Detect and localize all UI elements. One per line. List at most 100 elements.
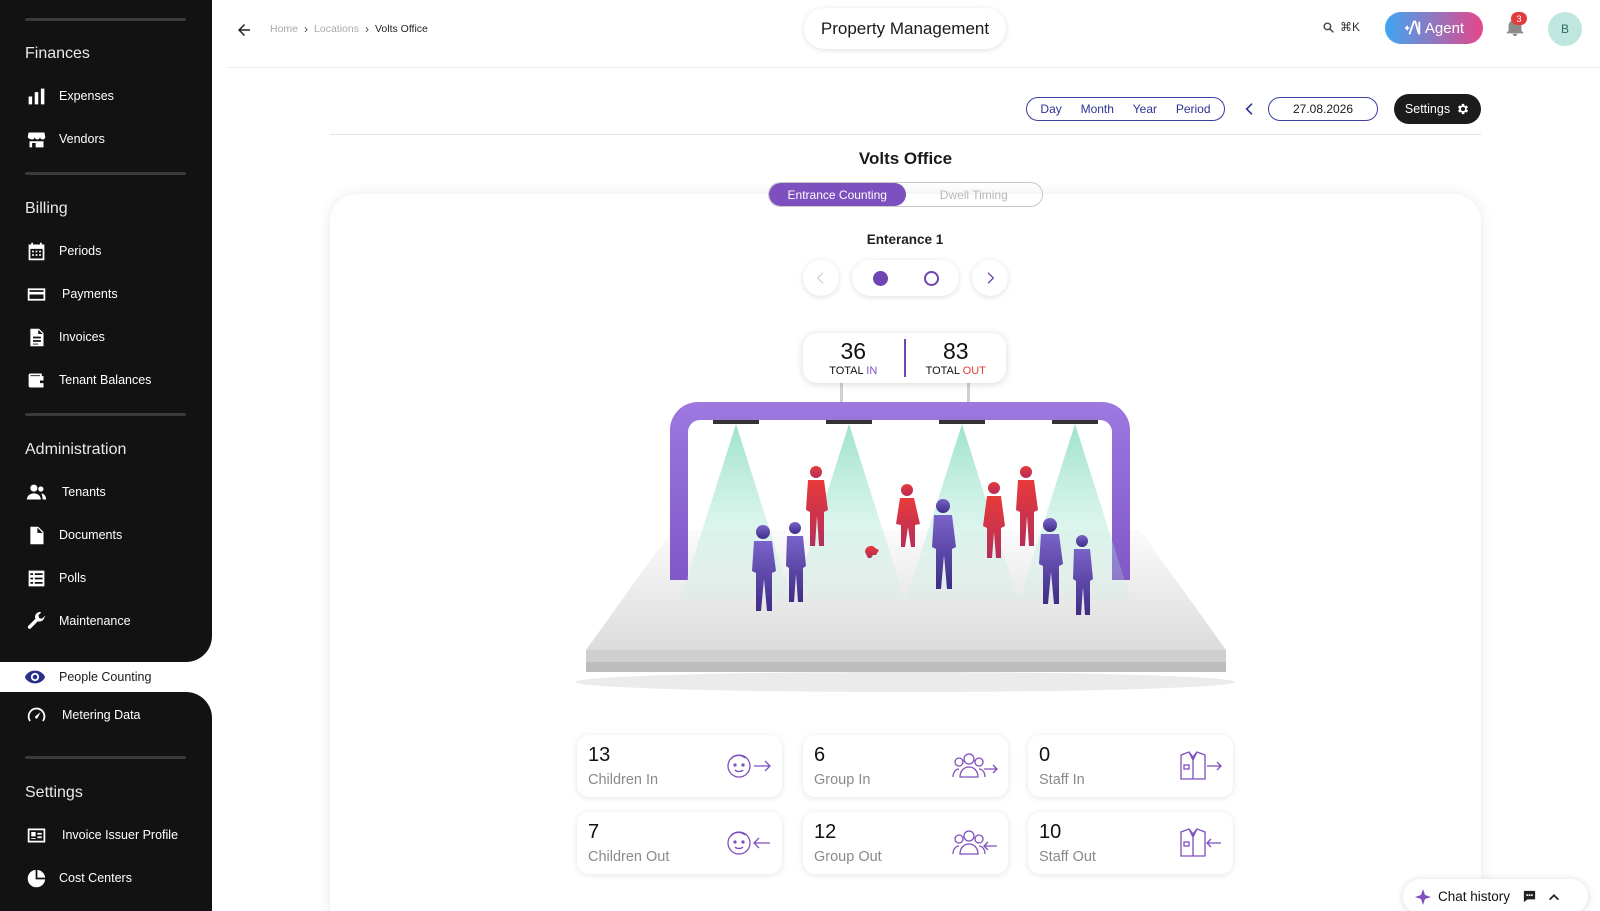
period-year[interactable]: Year (1133, 102, 1157, 116)
agent-logo-icon (1404, 20, 1421, 35)
settings-label: Settings (1404, 102, 1451, 116)
stat-label: Staff Out (1039, 849, 1096, 865)
sidebar-item-periods[interactable]: Periods (25, 238, 101, 264)
credit-card-icon (25, 283, 47, 305)
sidebar-item-label: Periods (59, 244, 102, 258)
bar-chart-icon (25, 85, 47, 107)
child-out-icon (727, 831, 770, 855)
people-icon (25, 481, 47, 503)
sidebar-divider (25, 172, 186, 175)
totals-panel: 36 TOTAL IN 83 TOTAL OUT (803, 333, 1006, 383)
total-in-label: TOTAL IN (829, 365, 878, 377)
period-day[interactable]: Day (1040, 102, 1061, 116)
stat-value: 10 (1039, 821, 1062, 843)
sidebar-item-label: Cost Centers (59, 871, 132, 885)
search-button[interactable]: ⌘K (1322, 20, 1360, 34)
entrance-pager (852, 260, 959, 296)
chat-history-button[interactable]: Chat history (1403, 879, 1588, 911)
breadcrumb-locations[interactable]: Locations (314, 23, 359, 35)
stat-label: Children Out (588, 849, 670, 865)
stat-children-in: 13 Children In (577, 735, 782, 797)
top-bar: Home › Locations › Volts Office Property… (228, 0, 1600, 68)
view-tabs: Entrance Counting Dwell Timing (768, 182, 1043, 207)
sidebar-item-payments[interactable]: Payments (25, 281, 118, 307)
sidebar-item-label: Documents (59, 528, 123, 542)
calendar-icon (25, 240, 47, 262)
page-title: Property Management (804, 8, 1006, 49)
period-period[interactable]: Period (1176, 102, 1211, 116)
tab-dwell-timing[interactable]: Dwell Timing (906, 183, 1043, 206)
group-out-icon (952, 830, 997, 855)
stat-staff-in: 0 Staff In (1028, 735, 1233, 797)
pager-dot-active[interactable] (872, 270, 888, 286)
agent-button[interactable]: Agent (1385, 12, 1483, 44)
previous-date-button[interactable] (1241, 98, 1259, 120)
pie-chart-icon (25, 867, 47, 889)
section-heading-settings: Settings (25, 784, 83, 801)
sidebar-item-label: Payments (62, 287, 118, 301)
sparkle-icon (1415, 888, 1431, 905)
sidebar-item-label: Tenants (62, 485, 106, 499)
date-field[interactable]: 27.08.2026 (1268, 97, 1378, 121)
stat-value: 13 (588, 744, 611, 766)
pager-dot[interactable] (923, 270, 939, 286)
staff-in-icon (1180, 751, 1222, 780)
app-root: Finances Expenses Vendors Billing Period… (0, 0, 1600, 911)
chat-history-label: Chat history (1438, 889, 1511, 904)
tab-entrance-counting[interactable]: Entrance Counting (769, 183, 906, 206)
sidebar-item-maintenance[interactable]: Maintenance (25, 608, 131, 634)
sidebar-item-documents[interactable]: Documents (25, 522, 122, 548)
sidebar-item-invoice-issuer-profile[interactable]: Invoice Issuer Profile (25, 822, 178, 848)
sidebar-item-tenants[interactable]: Tenants (25, 479, 106, 505)
sidebar-item-cost-centers[interactable]: Cost Centers (25, 865, 132, 891)
sidebar-item-label: Maintenance (59, 614, 131, 628)
stat-children-out: 7 Children Out (577, 812, 782, 874)
back-button[interactable] (232, 18, 256, 42)
gear-icon (1458, 103, 1469, 115)
sidebar-item-expenses[interactable]: Expenses (25, 83, 114, 109)
divider (330, 134, 1481, 135)
document-icon (25, 326, 47, 348)
sidebar-item-invoices[interactable]: Invoices (25, 324, 105, 350)
sidebar-item-metering-data[interactable]: Metering Data (25, 702, 141, 728)
chat-bubble-icon (1523, 890, 1536, 903)
stat-value: 12 (814, 821, 837, 843)
chevron-up-icon (1549, 893, 1560, 900)
previous-entrance-button[interactable] (803, 260, 839, 296)
sidebar-item-label: Expenses (59, 89, 114, 103)
period-month[interactable]: Month (1081, 102, 1114, 116)
avatar[interactable]: B (1548, 12, 1582, 46)
total-out-label: TOTAL OUT (925, 365, 986, 377)
sidebar-item-tenant-balances[interactable]: Tenant Balances (25, 367, 151, 393)
stat-value: 6 (814, 744, 826, 766)
sidebar-divider (25, 18, 186, 21)
gauge-icon (25, 704, 47, 726)
sidebar-item-polls[interactable]: Polls (25, 565, 86, 591)
sidebar-lower-panel: Metering Data Settings Invoice Issuer Pr… (0, 692, 212, 911)
group-in-icon (952, 753, 998, 778)
sidebar-item-label: Polls (59, 571, 87, 585)
staff-out-icon (1180, 828, 1221, 857)
next-entrance-button[interactable] (972, 260, 1008, 296)
sidebar-item-people-counting[interactable]: People Counting (10, 662, 210, 692)
breadcrumb-home[interactable]: Home (270, 23, 298, 35)
search-shortcut-label: ⌘K (1340, 20, 1361, 34)
sidebar-item-label: Tenant Balances (59, 373, 152, 387)
stat-value: 7 (588, 821, 600, 843)
sidebar-item-vendors[interactable]: Vendors (25, 126, 105, 152)
stat-label: Group In (814, 772, 871, 788)
stat-group-out: 12 Group Out (803, 812, 1008, 874)
chevron-right-icon: › (364, 22, 369, 36)
entrance-illustration (575, 380, 1235, 692)
child-in-icon (727, 754, 771, 778)
breadcrumb-current: Volts Office (374, 23, 428, 35)
section-heading-administration: Administration (25, 441, 127, 458)
stat-label: Children In (588, 772, 659, 788)
settings-button[interactable]: Settings (1394, 94, 1481, 124)
chevron-left-icon (1245, 103, 1253, 115)
chevron-right-icon: › (304, 22, 309, 36)
total-in: 36 TOTAL IN (803, 339, 904, 377)
wrench-icon (25, 610, 47, 632)
sidebar-upper-panel: Finances Expenses Vendors Billing Period… (0, 0, 212, 662)
chevron-left-icon (816, 272, 824, 284)
